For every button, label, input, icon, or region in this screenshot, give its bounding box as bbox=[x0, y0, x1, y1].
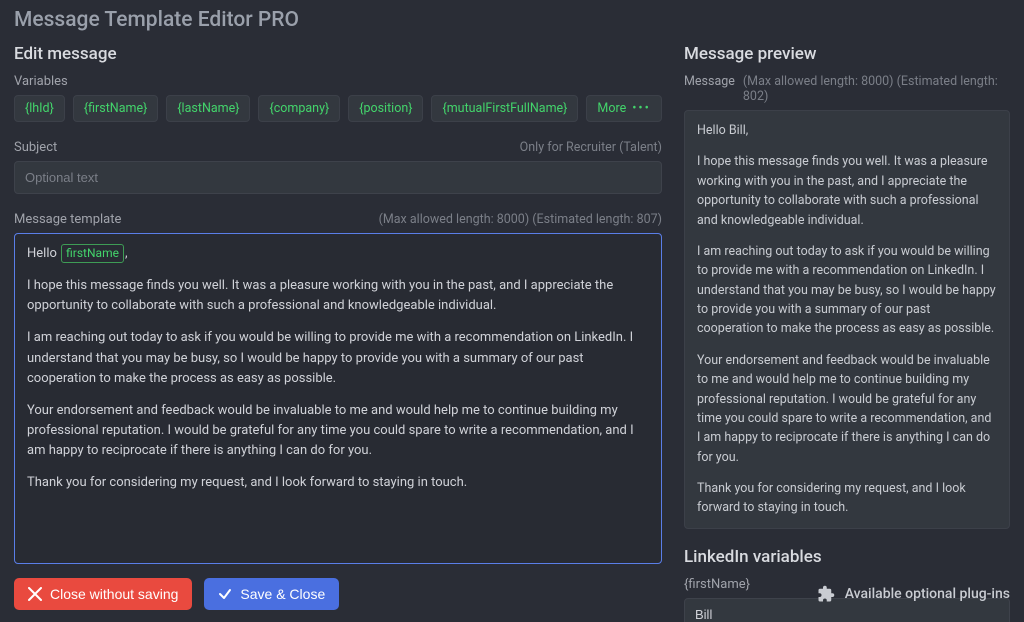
preview-header: Message preview bbox=[684, 44, 1010, 64]
plugins-button[interactable]: Available optional plug-ins bbox=[817, 585, 1010, 603]
variable-chip[interactable]: {lastName} bbox=[166, 95, 250, 122]
template-paragraph: Your endorsement and feedback would be i… bbox=[27, 401, 649, 461]
preview-counter: (Max allowed length: 8000) (Estimated le… bbox=[743, 74, 1010, 104]
close-button-label: Close without saving bbox=[50, 586, 178, 602]
variable-chip[interactable]: {firstName} bbox=[73, 95, 158, 122]
more-label: More bbox=[597, 101, 626, 116]
template-variable-firstname[interactable]: firstName bbox=[61, 244, 124, 263]
save-button-label: Save & Close bbox=[240, 586, 325, 602]
template-counter: (Max allowed length: 8000) (Estimated le… bbox=[379, 212, 662, 227]
plugins-label: Available optional plug-ins bbox=[845, 586, 1010, 602]
close-icon bbox=[28, 587, 42, 601]
check-icon bbox=[218, 587, 232, 601]
template-greeting-prefix: Hello bbox=[27, 246, 57, 261]
subject-label: Subject bbox=[14, 140, 57, 155]
preview-paragraph: I am reaching out today to ask if you wo… bbox=[697, 242, 997, 339]
variables-more-button[interactable]: More ••• bbox=[586, 95, 661, 122]
message-preview: Hello Bill, I hope this message finds yo… bbox=[684, 110, 1010, 529]
subject-hint: Only for Recruiter (Talent) bbox=[520, 140, 662, 155]
more-dots-icon: ••• bbox=[632, 101, 651, 116]
template-paragraph: I am reaching out today to ask if you wo… bbox=[27, 328, 649, 388]
variable-chip[interactable]: {lhId} bbox=[14, 95, 65, 122]
save-and-close-button[interactable]: Save & Close bbox=[204, 578, 339, 610]
variable-chip[interactable]: {company} bbox=[258, 95, 340, 122]
edit-header: Edit message bbox=[14, 44, 662, 64]
preview-message-label: Message bbox=[684, 74, 735, 89]
subject-input[interactable] bbox=[14, 161, 662, 194]
edit-panel: Edit message Variables {lhId} {firstName… bbox=[14, 44, 662, 564]
preview-paragraph: Your endorsement and feedback would be i… bbox=[697, 351, 997, 467]
template-paragraph: I hope this message finds you well. It w… bbox=[27, 276, 649, 316]
template-paragraph: Thank you for considering my request, an… bbox=[27, 473, 649, 493]
message-template-editor[interactable]: Hello firstName, I hope this message fin… bbox=[14, 233, 662, 564]
template-label: Message template bbox=[14, 212, 121, 227]
preview-paragraph: Thank you for considering my request, an… bbox=[697, 479, 997, 518]
variable-chip[interactable]: {position} bbox=[348, 95, 423, 122]
page-title: Message Template Editor PRO bbox=[14, 8, 1010, 32]
preview-paragraph: I hope this message finds you well. It w… bbox=[697, 152, 997, 230]
preview-greeting: Hello Bill, bbox=[697, 121, 997, 140]
variables-label: Variables bbox=[14, 74, 662, 89]
preview-panel: Message preview Message (Max allowed len… bbox=[684, 44, 1010, 564]
variable-chip[interactable]: {mutualFirstFullName} bbox=[431, 95, 578, 122]
puzzle-icon bbox=[817, 585, 835, 603]
close-without-saving-button[interactable]: Close without saving bbox=[14, 578, 192, 610]
variable-chips-row: {lhId} {firstName} {lastName} {company} … bbox=[14, 95, 662, 122]
footer: Close without saving Save & Close Availa… bbox=[14, 564, 1010, 622]
template-greeting-suffix: , bbox=[125, 246, 128, 261]
